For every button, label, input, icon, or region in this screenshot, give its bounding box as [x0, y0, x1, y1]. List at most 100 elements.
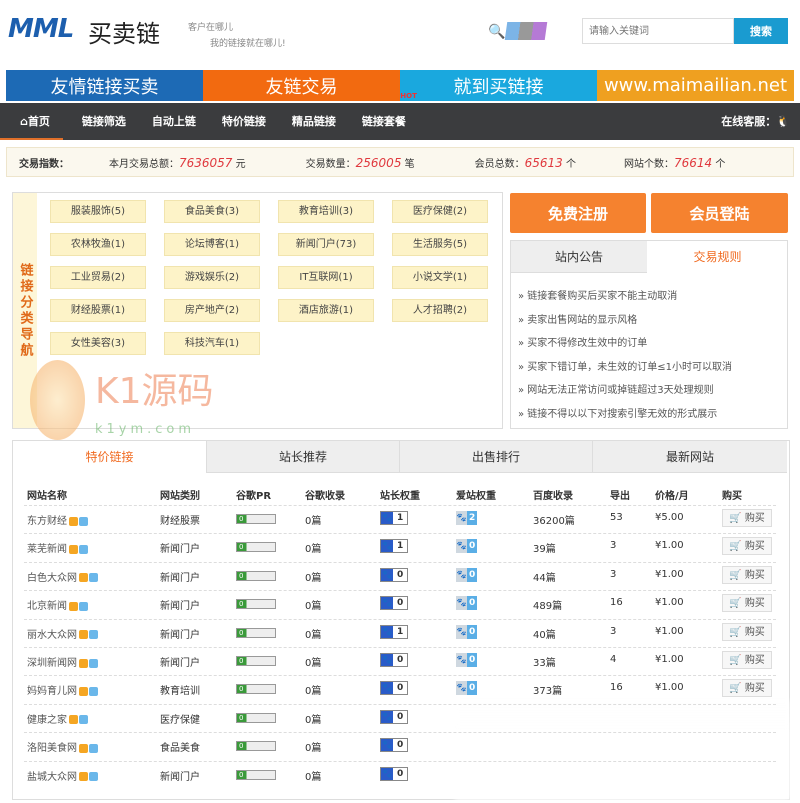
- tab-announcements[interactable]: 站内公告: [511, 241, 647, 273]
- category-item[interactable]: 女性美容(3): [50, 332, 146, 355]
- search-button[interactable]: 搜索: [734, 18, 788, 44]
- category-item[interactable]: 小说文学(1): [392, 266, 488, 289]
- hot-badge: HOT: [400, 92, 417, 100]
- banner-item[interactable]: 就到买链接: [400, 70, 597, 101]
- promo-badge-icon: [69, 544, 78, 554]
- category-item[interactable]: 教育培训(3): [278, 200, 374, 223]
- main-nav: ⌂首页 链接筛选 自动上链 特价链接 精品链接 链接套餐 HOT: [0, 92, 800, 140]
- cart-icon: 🛒: [729, 513, 745, 524]
- buy-button[interactable]: 🛒 购买: [722, 537, 772, 556]
- watermark: K1源码 k1ym.com: [30, 360, 230, 440]
- login-button[interactable]: 会员登陆: [651, 193, 788, 233]
- buy-button[interactable]: 🛒 购买: [722, 622, 772, 641]
- category-item[interactable]: 农林牧渔(1): [50, 233, 146, 256]
- logo[interactable]: MML: [8, 14, 74, 44]
- nav-item-label: 链接套餐: [361, 115, 406, 128]
- table-tab[interactable]: 特价链接: [13, 441, 206, 473]
- category-item[interactable]: 工业贸易(2): [50, 266, 146, 289]
- site-name-text: 丽水大众网: [27, 629, 77, 641]
- row-divider: [24, 647, 776, 648]
- google-indexed: 0篇: [305, 771, 322, 783]
- rule-item[interactable]: » 网站无法正常访问或掉链超过3天处理规则: [518, 381, 714, 396]
- site-name[interactable]: 东方财经: [27, 512, 88, 527]
- site-category: 新闻门户: [160, 544, 200, 556]
- site-name[interactable]: 妈妈育儿网: [27, 682, 98, 697]
- verified-badge-icon: [79, 544, 88, 554]
- category-item[interactable]: 财经股票(1): [50, 299, 146, 322]
- table-tab[interactable]: 出售排行: [399, 441, 592, 473]
- nav-item[interactable]: 精品链接: [279, 103, 349, 140]
- site-name[interactable]: 深圳新闻网: [27, 654, 98, 669]
- pr-value: 0: [239, 628, 244, 637]
- site-name-text: 妈妈育儿网: [27, 686, 77, 698]
- table-tab[interactable]: 最新网站: [592, 441, 787, 473]
- nav-item[interactable]: 特价链接: [209, 103, 279, 140]
- site-name[interactable]: 莱芜新闻: [27, 540, 88, 555]
- outbound-links: 3: [610, 568, 617, 580]
- site-name[interactable]: 丽水大众网: [27, 626, 98, 641]
- register-button[interactable]: 免费注册: [510, 193, 646, 233]
- site-category: 新闻门户: [160, 572, 200, 584]
- site-name[interactable]: 北京新闻: [27, 597, 88, 612]
- nav-item[interactable]: ⌂首页: [0, 103, 63, 140]
- nav-item[interactable]: 链接套餐 HOT: [349, 92, 419, 140]
- nav-item[interactable]: 自动上链: [139, 103, 209, 140]
- qq-icon[interactable]: 🐧: [776, 115, 790, 128]
- nav-item[interactable]: 链接筛选: [69, 103, 139, 140]
- buy-button[interactable]: 🛒 购买: [722, 594, 772, 613]
- pr-value: 0: [239, 571, 244, 580]
- weight-value: 0: [467, 653, 478, 667]
- category-item[interactable]: 酒店旅游(1): [278, 299, 374, 322]
- buy-label: 购买: [744, 541, 765, 553]
- pr-bar: 0: [236, 741, 276, 752]
- service-label: 在线客服：: [721, 115, 777, 128]
- online-service[interactable]: 在线客服：🐧: [721, 103, 790, 140]
- category-item[interactable]: 论坛博客(1): [164, 233, 260, 256]
- aizhan-weight-badge: 🐾 2: [456, 511, 478, 525]
- site-name[interactable]: 白色大众网: [27, 569, 98, 584]
- column-header: 爱站权重: [456, 491, 496, 502]
- cart-icon: 🛒: [729, 683, 745, 695]
- aizhan-weight: 🐾 0: [456, 596, 478, 611]
- category-item[interactable]: 人才招聘(2): [392, 299, 488, 322]
- category-item[interactable]: 食品美食(3): [164, 200, 260, 223]
- rule-item[interactable]: » 买家下错订单，未生效的订单≤1小时可以取消: [518, 358, 732, 373]
- buy-button[interactable]: 🛒 购买: [722, 565, 772, 584]
- nav-item-label: 特价链接: [221, 115, 266, 128]
- category-item[interactable]: 游戏娱乐(2): [164, 266, 260, 289]
- home-icon: ⌂: [20, 115, 28, 128]
- table-tab[interactable]: 站长推荐: [206, 441, 399, 473]
- pr-bar: 0: [236, 769, 276, 780]
- category-item[interactable]: 生活服务(5): [392, 233, 488, 256]
- rule-item[interactable]: » 卖家出售网站的显示风格: [518, 311, 637, 326]
- site-name[interactable]: 盐城大众网: [27, 768, 98, 783]
- category-item[interactable]: 服装服饰(5): [50, 200, 146, 223]
- banner-item[interactable]: 友情链接买卖: [6, 70, 203, 101]
- outbound-links: 53: [610, 512, 623, 523]
- banner-item[interactable]: 友链交易: [203, 70, 400, 101]
- rule-item[interactable]: » 链接不得以以下对搜索引擎无效的形式展示: [518, 405, 717, 420]
- google-pr-bar: 0: [236, 627, 276, 638]
- tab-trade-rules[interactable]: 交易规则: [648, 241, 787, 273]
- rule-item[interactable]: » 买家不得修改生效中的订单: [518, 334, 647, 349]
- search-input[interactable]: [582, 18, 734, 44]
- banner-item[interactable]: www.maimailian.net: [597, 70, 794, 101]
- category-item[interactable]: 医疗保健(2): [392, 200, 488, 223]
- category-item[interactable]: 科技汽车(1): [164, 332, 260, 355]
- cart-icon: 🛒: [729, 541, 745, 553]
- stat-total: 本月交易总额：7636057 元: [109, 155, 246, 170]
- promo-badge-icon: [69, 601, 78, 611]
- site-name[interactable]: 洛阳美食网: [27, 739, 98, 754]
- category-item[interactable]: 新闻门户(73): [278, 233, 374, 256]
- webmaster-weight: 🐾 0: [380, 653, 409, 667]
- category-item[interactable]: 房产地产(2): [164, 299, 260, 322]
- category-item[interactable]: IT互联网(1): [278, 266, 374, 289]
- aizhan-weight-badge: 🐾 0: [456, 539, 478, 554]
- rule-item[interactable]: » 链接套餐购买后买家不能主动取消: [518, 287, 677, 302]
- site-name[interactable]: 健康之家: [27, 711, 88, 726]
- buy-button[interactable]: 🛒 购买: [722, 651, 772, 669]
- buy-button[interactable]: 🛒 购买: [722, 509, 772, 527]
- buy-button[interactable]: 🛒 购买: [722, 679, 772, 698]
- obscured-overlay: [455, 700, 790, 800]
- stats-label: 交易指数：: [19, 158, 69, 170]
